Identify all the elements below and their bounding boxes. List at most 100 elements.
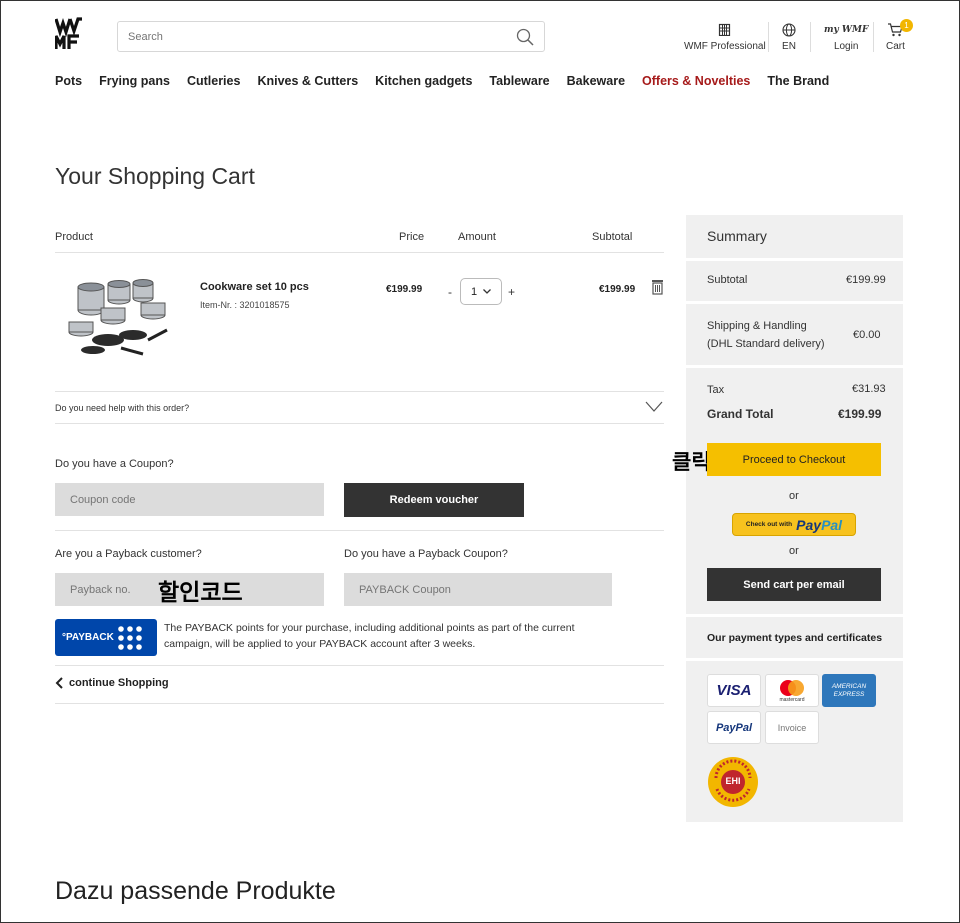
grand-total-label: Grand Total [707,407,774,421]
mastercard-text: mastercard [779,696,805,703]
product-name[interactable]: Cookware set 10 pcs [200,281,309,293]
mastercard-icon [780,679,804,696]
language-selector[interactable]: EN [782,22,796,52]
payback-coupon-question: Do you have a Payback Coupon? [344,548,508,560]
summary-title: Summary [707,228,767,244]
nav-item-pots[interactable]: Pots [55,74,82,88]
quantity-increase-button[interactable]: + [508,285,515,299]
payback-customer-question: Are you a Payback customer? [55,548,202,560]
login-label: Login [833,41,859,52]
nav-item-bakeware[interactable]: Bakeware [567,74,625,88]
chevron-left-icon [55,677,63,689]
product-image[interactable] [63,270,173,360]
invoice-badge: Invoice [765,711,819,744]
nav-item-tableware[interactable]: Tableware [489,74,549,88]
quantity-value: 1 [470,285,478,298]
nav-item-cutleries[interactable]: Cutleries [187,74,241,88]
proceed-to-checkout-button[interactable]: Proceed to Checkout [707,443,881,476]
nav-item-brand[interactable]: The Brand [767,74,829,88]
paypal-checkout-button[interactable]: Check out with PayPal [732,513,856,536]
grand-total-value: €199.99 [838,407,882,421]
summary-divider [686,365,903,368]
paypal-logo-pay: Pay [796,516,822,533]
divider [55,703,664,704]
chevron-down-icon[interactable] [645,401,663,413]
cart-count-badge: 1 [900,19,913,32]
divider [55,252,664,253]
quantity-decrease-button[interactable]: - [448,285,452,299]
header-divider [810,22,811,52]
column-header-price: Price [399,231,425,243]
trash-icon[interactable] [651,279,664,295]
page-title: Your Shopping Cart [55,163,255,189]
summary-divider [686,614,903,617]
professional-label: WMF Professional [684,41,766,52]
nav-item-kitchen-gadgets[interactable]: Kitchen gadgets [375,74,472,88]
column-header-subtotal: Subtotal [592,231,633,243]
ehi-seal-text: EHI [725,776,741,786]
mastercard-badge: mastercard [765,674,819,707]
visa-text: VISA [716,682,752,699]
cart-label: Cart [886,41,905,52]
search-icon[interactable] [516,28,534,46]
login-link[interactable]: my WMF Login [824,22,869,53]
shipping-label: Shipping & Handling [707,320,807,332]
visa-badge: VISA [707,674,761,707]
paypal-badge: PayPal [707,711,761,744]
or-separator: or [789,490,799,502]
redeem-voucher-button[interactable]: Redeem voucher [344,483,524,517]
column-header-product: Product [55,231,93,243]
payback-dots-icon [117,625,142,650]
product-price: €199.99 [386,284,423,295]
product-subtotal: €199.99 [599,284,636,295]
shipping-method-label: (DHL Standard delivery) [707,338,825,350]
paypal-logo: PayPal [796,517,842,533]
main-navigation: Pots Frying pans Cutleries Knives & Cutt… [55,74,846,88]
payback-info-text: The PAYBACK points for your purchase, in… [164,622,575,650]
amex-text-1: AMERICAN [831,682,867,690]
or-separator: or [789,545,799,557]
quantity-select[interactable]: 1 [460,278,502,305]
divider [55,665,664,666]
payback-logo: °PAYBACK [55,619,157,656]
summary-subtotal-value: €199.99 [846,274,886,286]
nav-item-offers[interactable]: Offers & Novelties [642,74,750,88]
summary-subtotal-label: Subtotal [707,274,748,286]
shipping-value: €0.00 [853,329,881,341]
globe-icon [782,22,796,37]
divider [55,530,664,531]
chevron-down-icon [483,289,492,294]
related-products-title: Dazu passende Produkte [55,877,336,905]
continue-shopping-link[interactable]: continue Shopping [55,677,169,689]
tax-label: Tax [707,384,725,396]
summary-divider [686,258,903,261]
summary-divider [686,301,903,304]
nav-item-knives[interactable]: Knives & Cutters [257,74,358,88]
invoice-text: Invoice [777,722,807,733]
send-cart-email-button[interactable]: Send cart per email [707,568,881,601]
wmf-professional-link[interactable]: WMF Professional [684,22,766,52]
column-header-amount: Amount [458,231,496,243]
mywmf-logo: my WMF [824,24,869,35]
amex-text-2: EXPRESS [833,690,865,698]
help-accordion-label[interactable]: Do you need help with this order? [55,403,189,413]
search-input[interactable] [128,30,516,43]
paypal-logo-pal: Pal [821,516,843,533]
wmf-logo[interactable] [55,17,83,51]
summary-divider [686,658,903,661]
tax-value: €31.93 [852,383,886,395]
payback-coupon-field[interactable] [344,573,612,606]
payback-logo-text: °PAYBACK [62,632,114,643]
discount-code-annotation: 할인코드 [158,580,243,606]
search-box[interactable] [117,21,545,52]
amex-badge: AMERICAN EXPRESS [822,674,876,707]
header-divider [768,22,769,52]
divider [55,391,664,392]
paypal-prefix: Check out with [745,521,793,528]
building-icon [719,23,731,36]
continue-shopping-label: continue Shopping [69,677,169,689]
nav-item-frying-pans[interactable]: Frying pans [99,74,170,88]
coupon-code-field[interactable] [55,483,324,516]
coupon-question: Do you have a Coupon? [55,458,174,470]
language-label: EN [782,41,796,52]
